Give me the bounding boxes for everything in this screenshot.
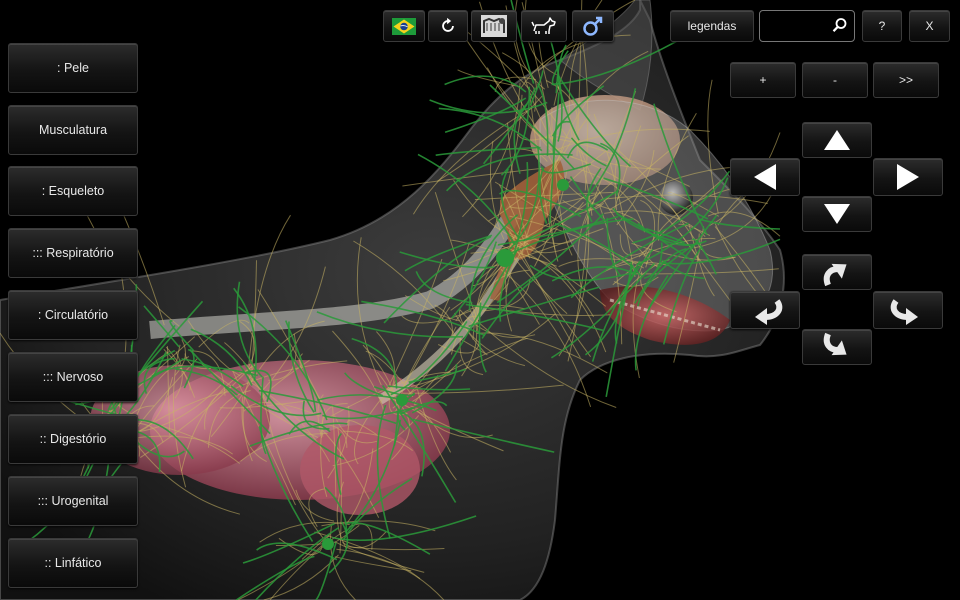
lymph-node (322, 538, 334, 550)
rotate-down-button[interactable] (802, 329, 872, 365)
pan-up-button[interactable] (802, 122, 872, 158)
arrow-down-icon (824, 204, 850, 224)
sidebar-item-esqueleto[interactable]: : Esqueleto (8, 166, 138, 216)
pan-right-button[interactable] (873, 158, 943, 196)
arrow-left-icon (754, 164, 776, 190)
pan-down-button[interactable] (802, 196, 872, 232)
brazil-flag-icon (392, 17, 416, 35)
search-icon[interactable] (832, 17, 848, 33)
dog-icon (531, 17, 556, 34)
rotate-down-icon (823, 332, 847, 356)
legend-button[interactable]: legendas (670, 10, 754, 42)
next-button[interactable]: >> (873, 62, 939, 98)
reset-view-button[interactable] (428, 10, 468, 42)
sidebar-item-urogenital[interactable]: ::: Urogenital (8, 476, 138, 526)
rotate-right-icon (890, 299, 918, 325)
sidebar-item-pele[interactable]: : Pele (8, 43, 138, 93)
sidebar-item-nervoso[interactable]: ::: Nervoso (8, 352, 138, 402)
rotate-up-icon (823, 263, 847, 287)
lymph-node (557, 179, 569, 191)
rotate-left-icon (755, 299, 783, 325)
arrow-up-icon (824, 130, 850, 150)
male-symbol-icon (583, 16, 603, 36)
sidebar-item-linfatico[interactable]: :: Linfático (8, 538, 138, 588)
sidebar-item-digestorio[interactable]: :: Digestório (8, 414, 138, 464)
sidebar-item-respiratorio[interactable]: ::: Respiratório (8, 228, 138, 278)
sidebar-item-circulatorio[interactable]: : Circulatório (8, 290, 138, 340)
search-input[interactable] (766, 17, 832, 37)
close-button[interactable]: X (909, 10, 950, 42)
zoom-out-button[interactable]: - (802, 62, 868, 98)
rotate-icon (442, 17, 454, 32)
sidebar-item-musculatura[interactable]: Musculatura (8, 105, 138, 155)
help-button[interactable]: ? (862, 10, 902, 42)
language-button[interactable] (383, 10, 425, 42)
rotate-up-button[interactable] (802, 254, 872, 290)
skeleton-thumbnail-icon (481, 15, 507, 37)
animal-select-button[interactable] (521, 10, 567, 42)
lymph-node (396, 394, 408, 406)
sex-toggle-button[interactable] (572, 10, 614, 42)
pan-left-button[interactable] (730, 158, 800, 196)
zoom-in-button[interactable]: + (730, 62, 796, 98)
lymph-node (496, 249, 514, 267)
search-box[interactable] (759, 10, 855, 42)
skeleton-view-button[interactable] (471, 10, 517, 42)
arrow-right-icon (897, 164, 919, 190)
rotate-left-button[interactable] (730, 291, 800, 329)
rotate-right-button[interactable] (873, 291, 943, 329)
